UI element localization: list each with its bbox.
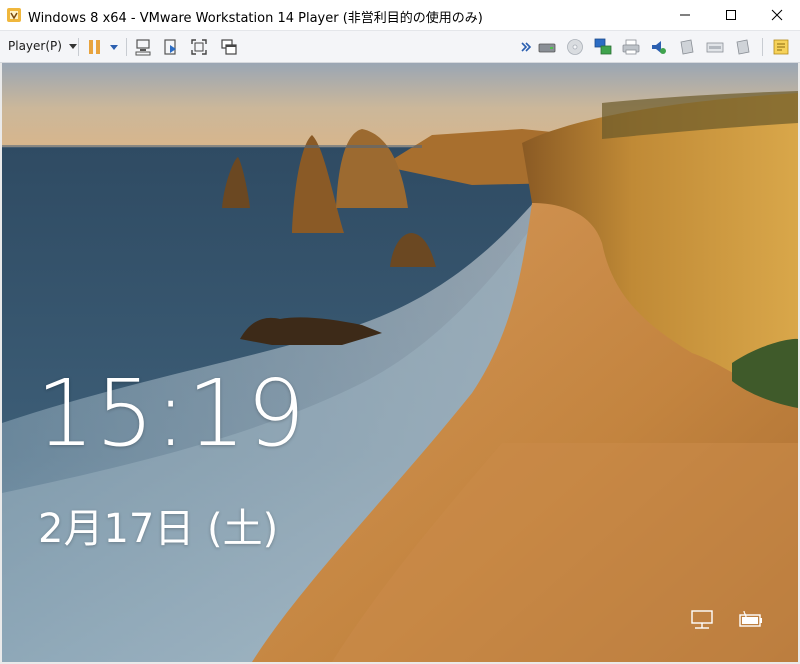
usb-device-2-button[interactable]	[706, 38, 724, 56]
chevron-down-icon	[68, 43, 77, 49]
maximize-button[interactable]	[708, 0, 754, 30]
lockscreen-date: 2月17日 (土)	[38, 506, 279, 552]
message-log-icon	[773, 39, 789, 55]
toolbar-divider	[126, 38, 127, 56]
removable-devices-button[interactable]	[162, 38, 180, 56]
printer-icon	[622, 39, 640, 55]
network-status-button[interactable]	[690, 609, 716, 631]
player-menu[interactable]: Player(P)	[8, 39, 77, 53]
close-icon	[771, 9, 783, 21]
usb-device-1-button[interactable]	[678, 38, 696, 56]
pause-dropdown-icon	[110, 45, 118, 50]
network-status-icon	[691, 610, 713, 629]
unity-button[interactable]	[220, 38, 238, 56]
toolbar-divider	[762, 38, 763, 56]
vmware-player-icon	[6, 7, 22, 23]
minimize-icon	[680, 14, 690, 16]
usb-device-1-icon	[680, 39, 694, 55]
vm-guest-screen[interactable]: 15:19 2月17日 (土)	[2, 63, 798, 662]
window-titlebar[interactable]: Windows 8 x64 - VMware Workstation 14 Pl…	[0, 0, 800, 30]
removable-devices-icon	[164, 39, 176, 55]
printer-button[interactable]	[622, 38, 640, 56]
unity-icon	[221, 39, 237, 55]
more-chevron-icon	[521, 42, 532, 52]
maximize-icon	[726, 10, 736, 20]
hard-disk-button[interactable]	[538, 38, 556, 56]
player-menu-label: Player(P)	[8, 39, 62, 53]
network-adapter-button[interactable]	[594, 38, 612, 56]
close-button[interactable]	[754, 0, 800, 30]
battery-status-icon	[739, 610, 762, 627]
minimize-button[interactable]	[662, 0, 708, 30]
audio-icon	[652, 41, 666, 54]
send-ctrl-alt-del-button[interactable]	[134, 38, 152, 56]
window-title: Windows 8 x64 - VMware Workstation 14 Pl…	[28, 11, 483, 26]
battery-status-button[interactable]	[738, 609, 764, 631]
player-toolbar: Player(P)	[0, 30, 800, 63]
pause-icon	[89, 40, 100, 54]
more-devices-button[interactable]	[520, 38, 532, 56]
network-adapter-icon	[594, 38, 612, 55]
usb-device-3-button[interactable]	[734, 38, 752, 56]
send-ctrl-alt-del-icon	[135, 39, 151, 56]
full-screen-button[interactable]	[190, 38, 208, 56]
message-log-button[interactable]	[772, 38, 790, 56]
pause-button[interactable]	[86, 38, 104, 56]
hard-disk-icon	[538, 43, 556, 53]
pause-dropdown-button[interactable]	[108, 38, 120, 56]
usb-device-2-icon	[706, 42, 724, 53]
usb-device-3-icon	[736, 39, 750, 55]
cd-dvd-button[interactable]	[566, 38, 584, 56]
toolbar-divider	[78, 38, 79, 56]
lockscreen-time: 15:19	[36, 360, 307, 467]
full-screen-icon	[191, 39, 207, 55]
audio-button[interactable]	[650, 38, 668, 56]
cd-dvd-icon	[567, 39, 583, 55]
